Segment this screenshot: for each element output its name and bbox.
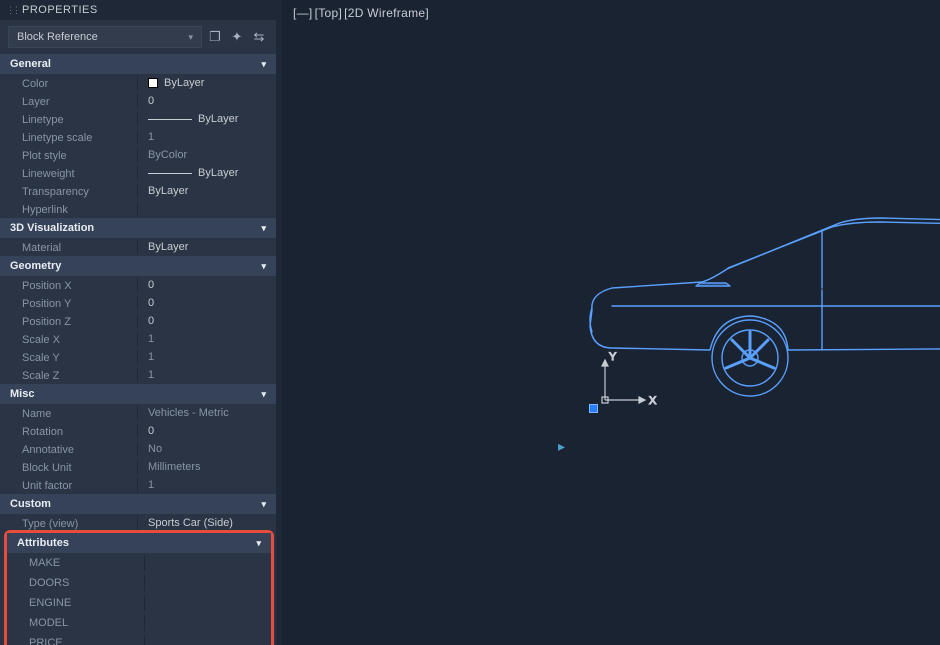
toggle-value-icon[interactable]: ⇆ bbox=[250, 28, 268, 46]
collapse-icon: ▾ bbox=[261, 59, 266, 70]
prop-lineweight[interactable]: Lineweight ByLayer bbox=[0, 164, 276, 182]
prop-transparency[interactable]: Transparency ByLayer bbox=[0, 182, 276, 200]
properties-panel: PROPERTIES Block Reference ▾ ❐ ✦ ⇆ Gener… bbox=[0, 0, 276, 645]
collapse-icon: ▾ bbox=[256, 538, 261, 549]
prop-layer[interactable]: Layer 0 bbox=[0, 92, 276, 110]
viewport-label[interactable]: [—][Top][2D Wireframe] bbox=[292, 6, 430, 20]
prop-unit-factor[interactable]: Unit factor 1 bbox=[0, 476, 276, 494]
section-custom[interactable]: Custom ▾ bbox=[0, 494, 276, 514]
prop-position-x[interactable]: Position X 0 bbox=[0, 276, 276, 294]
selector-value: Block Reference bbox=[17, 31, 98, 43]
color-swatch-icon bbox=[148, 78, 158, 88]
linetype-preview-icon bbox=[148, 119, 192, 120]
prop-scale-z[interactable]: Scale Z 1 bbox=[0, 366, 276, 384]
prop-annotative[interactable]: Annotative No bbox=[0, 440, 276, 458]
lineweight-preview-icon bbox=[148, 173, 192, 174]
section-geometry[interactable]: Geometry ▾ bbox=[0, 256, 276, 276]
collapse-icon: ▾ bbox=[261, 261, 266, 272]
prop-scale-x[interactable]: Scale X 1 bbox=[0, 330, 276, 348]
prop-engine[interactable]: ENGINE bbox=[7, 593, 271, 613]
section-misc[interactable]: Misc ▾ bbox=[0, 384, 276, 404]
section-title: Attributes bbox=[17, 537, 69, 549]
prop-color[interactable]: Color ByLayer bbox=[0, 74, 276, 92]
prop-model[interactable]: MODEL bbox=[7, 613, 271, 633]
prop-doors[interactable]: DOORS bbox=[7, 573, 271, 593]
prop-make[interactable]: MAKE bbox=[7, 553, 271, 573]
collapse-icon: ▾ bbox=[261, 389, 266, 400]
selector-toolbar: Block Reference ▾ ❐ ✦ ⇆ bbox=[0, 20, 276, 54]
object-type-selector[interactable]: Block Reference ▾ bbox=[8, 26, 202, 48]
collapse-icon: ▾ bbox=[261, 499, 266, 510]
section-title: 3D Visualization bbox=[10, 222, 94, 234]
prop-material[interactable]: Material ByLayer bbox=[0, 238, 276, 256]
select-objects-icon[interactable]: ✦ bbox=[228, 28, 246, 46]
prop-position-z[interactable]: Position Z 0 bbox=[0, 312, 276, 330]
panel-title: PROPERTIES bbox=[0, 0, 276, 20]
section-3d-visualization[interactable]: 3D Visualization ▾ bbox=[0, 218, 276, 238]
prop-linetype[interactable]: Linetype ByLayer bbox=[0, 110, 276, 128]
prop-linetype-scale[interactable]: Linetype scale 1 bbox=[0, 128, 276, 146]
section-general[interactable]: General ▾ bbox=[0, 54, 276, 74]
view-marker-icon: ▸ bbox=[558, 438, 565, 455]
section-attributes[interactable]: Attributes ▾ bbox=[7, 533, 271, 553]
section-title: Misc bbox=[10, 388, 34, 400]
drawing-viewport[interactable]: [—][Top][2D Wireframe] bbox=[282, 0, 940, 645]
section-title: Custom bbox=[10, 498, 51, 510]
prop-position-y[interactable]: Position Y 0 bbox=[0, 294, 276, 312]
prop-scale-y[interactable]: Scale Y 1 bbox=[0, 348, 276, 366]
dropdown-chevron-icon: ▾ bbox=[188, 32, 193, 43]
quick-select-icon[interactable]: ❐ bbox=[206, 28, 224, 46]
selection-grip-icon[interactable] bbox=[589, 404, 598, 413]
section-title: General bbox=[10, 58, 51, 70]
attributes-highlight: Attributes ▾ MAKE DOORS ENGINE MODEL PRI… bbox=[4, 530, 274, 645]
prop-rotation[interactable]: Rotation 0 bbox=[0, 422, 276, 440]
car-drawing[interactable] bbox=[582, 210, 940, 400]
prop-price[interactable]: PRICE bbox=[7, 633, 271, 645]
section-title: Geometry bbox=[10, 260, 61, 272]
prop-name[interactable]: Name Vehicles - Metric bbox=[0, 404, 276, 422]
prop-block-unit[interactable]: Block Unit Millimeters bbox=[0, 458, 276, 476]
collapse-icon: ▾ bbox=[261, 223, 266, 234]
prop-hyperlink[interactable]: Hyperlink bbox=[0, 200, 276, 218]
panel-title-text: PROPERTIES bbox=[22, 4, 98, 16]
prop-plot-style[interactable]: Plot style ByColor bbox=[0, 146, 276, 164]
